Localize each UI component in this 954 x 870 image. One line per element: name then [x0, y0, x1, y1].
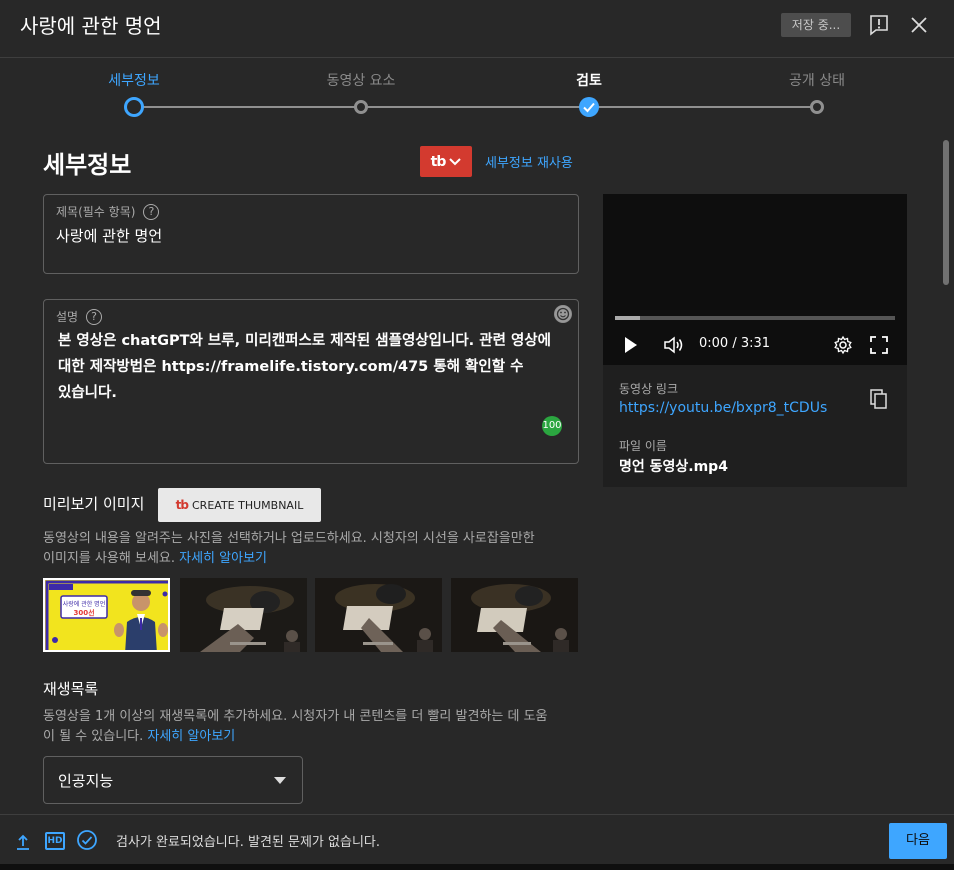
thumbnail-option-auto[interactable]: [180, 578, 307, 652]
thumbnail-help-tail: 이미지를 사용해 보세요.: [43, 551, 175, 566]
thumbnail-option-auto[interactable]: [315, 578, 442, 652]
checks-status-text: 검사가 완료되었습니다. 발견된 문제가 없습니다.: [116, 835, 380, 850]
dropdown-caret-icon: [274, 777, 286, 784]
scrollbar-thumb[interactable]: [943, 140, 949, 285]
tubebuddy-menu-button[interactable]: tb: [420, 146, 472, 177]
description-field[interactable]: 설명 ? 본 영상은 chatGPT와 브루, 미리캔퍼스로 제작된 샘플영상입…: [43, 299, 579, 464]
file-name: 명언 동영상.mp4: [619, 459, 728, 475]
thumbnail-section-title: 미리보기 이미지: [43, 495, 145, 513]
playlist-select[interactable]: 인공지능: [43, 756, 303, 804]
step-done-check-icon: [579, 97, 599, 117]
step-details[interactable]: 세부정보: [59, 58, 209, 117]
title-field-label-row: 제목(필수 항목) ?: [56, 203, 160, 220]
stepper-track: [134, 106, 818, 108]
step-label: 검토: [576, 73, 602, 89]
section-heading: 세부정보: [43, 151, 132, 179]
thumbnail-option-custom[interactable]: 사랑에 관한 명언 300선: [43, 578, 170, 652]
step-video-elements[interactable]: 동영상 요소: [286, 58, 436, 114]
thumbnail-option-auto[interactable]: [451, 578, 578, 652]
video-player[interactable]: 0:00 / 3:31: [603, 194, 907, 365]
thumbnail-options: 사랑에 관한 명언 300선: [43, 578, 578, 652]
seo-score-badge: 100: [542, 416, 562, 436]
hd-icon[interactable]: HD: [45, 832, 65, 850]
title-field-label: 제목(필수 항목): [56, 205, 136, 219]
fullscreen-icon[interactable]: [869, 335, 889, 355]
playlist-help-line-2: 이 될 수 있습니다. 자세히 알아보기: [43, 727, 548, 747]
description-textarea[interactable]: 본 영상은 chatGPT와 브루, 미리캔퍼스로 제작된 샘플영상입니다. 관…: [58, 328, 560, 406]
dialog-title: 사랑에 관한 명언: [20, 14, 162, 38]
video-progress-fill: [615, 316, 641, 320]
chevron-down-icon: [449, 157, 462, 165]
step-pending-indicator: [354, 100, 368, 114]
dialog-header: 사랑에 관한 명언 저장 중...: [0, 0, 954, 58]
upload-icon[interactable]: [14, 833, 32, 851]
video-link[interactable]: https://youtu.be/bxpr8_tCDUs: [619, 400, 827, 416]
step-label: 공개 상태: [789, 73, 845, 89]
description-field-label-row: 설명 ?: [56, 308, 103, 325]
help-icon[interactable]: ?: [86, 308, 103, 325]
settings-gear-icon[interactable]: [833, 335, 853, 355]
thumbnail-subheadline: 300선: [73, 608, 94, 617]
auto-thumbnail-image: [180, 578, 307, 652]
playlist-section-title: 재생목록: [43, 680, 99, 698]
title-input[interactable]: 사랑에 관한 명언: [56, 225, 162, 246]
description-field-label: 설명: [56, 310, 79, 324]
next-button[interactable]: 다음: [889, 823, 947, 859]
playlist-help-text: 동영상을 1개 이상의 재생목록에 추가하세요. 시청자가 내 콘텐츠를 더 빨…: [43, 707, 548, 747]
thumbnail-help-line-2: 이미지를 사용해 보세요. 자세히 알아보기: [43, 549, 535, 569]
step-active-indicator: [124, 97, 144, 117]
feedback-icon[interactable]: [866, 12, 892, 38]
thumbnail-help-line: 동영상의 내용을 알려주는 사진을 선택하거나 업로드하세요. 시청자의 시선을…: [43, 531, 535, 546]
step-label: 동영상 요소: [326, 73, 396, 89]
emoji-picker-icon[interactable]: [554, 305, 572, 323]
upload-stepper: 세부정보 동영상 요소 검토 공개 상태: [0, 58, 954, 130]
play-icon[interactable]: [623, 335, 639, 355]
step-visibility[interactable]: 공개 상태: [742, 58, 892, 114]
title-field[interactable]: 제목(필수 항목) ? 사랑에 관한 명언: [43, 194, 579, 274]
check-circle-icon[interactable]: [76, 829, 98, 851]
custom-thumbnail-image: 사랑에 관한 명언 300선: [45, 580, 168, 650]
learn-more-link[interactable]: 자세히 알아보기: [147, 729, 235, 744]
step-pending-indicator: [810, 100, 824, 114]
step-checks[interactable]: 검토: [514, 58, 664, 117]
auto-thumbnail-image: [451, 578, 578, 652]
window-bottom-edge: [0, 864, 954, 870]
close-icon[interactable]: [906, 12, 932, 38]
create-thumbnail-label: CREATE THUMBNAIL: [192, 498, 304, 512]
video-link-label: 동영상 링크: [619, 382, 679, 396]
playlist-help-line: 동영상을 1개 이상의 재생목록에 추가하세요. 시청자가 내 콘텐츠를 더 빨…: [43, 709, 548, 724]
auto-thumbnail-image: [315, 578, 442, 652]
tubebuddy-logo-icon: tb: [175, 498, 189, 512]
video-preview-panel: 0:00 / 3:31 동영상 링크 https://youtu.be/bxpr…: [603, 194, 907, 487]
file-name-label: 파일 이름: [619, 439, 667, 453]
help-icon[interactable]: ?: [143, 203, 160, 220]
video-progress-bar[interactable]: [615, 316, 895, 320]
step-label: 세부정보: [108, 73, 160, 89]
volume-icon[interactable]: [663, 335, 685, 355]
learn-more-link[interactable]: 자세히 알아보기: [179, 551, 267, 566]
reuse-details-link[interactable]: 세부정보 재사용: [485, 152, 573, 171]
video-time: 0:00 / 3:31: [699, 336, 771, 351]
thumbnail-help-text: 동영상의 내용을 알려주는 사진을 선택하거나 업로드하세요. 시청자의 시선을…: [43, 529, 535, 569]
tubebuddy-logo-icon: tb: [430, 153, 447, 170]
saving-status-badge: 저장 중...: [781, 13, 851, 37]
thumbnail-headline: 사랑에 관한 명언: [63, 600, 105, 608]
copy-icon[interactable]: [869, 388, 889, 410]
dialog-footer: HD 검사가 완료되었습니다. 발견된 문제가 없습니다. 다음: [0, 814, 954, 870]
playlist-help-tail: 이 될 수 있습니다.: [43, 729, 144, 744]
create-thumbnail-button[interactable]: tb CREATE THUMBNAIL: [158, 488, 321, 522]
playlist-selected-value: 인공지능: [58, 772, 114, 790]
